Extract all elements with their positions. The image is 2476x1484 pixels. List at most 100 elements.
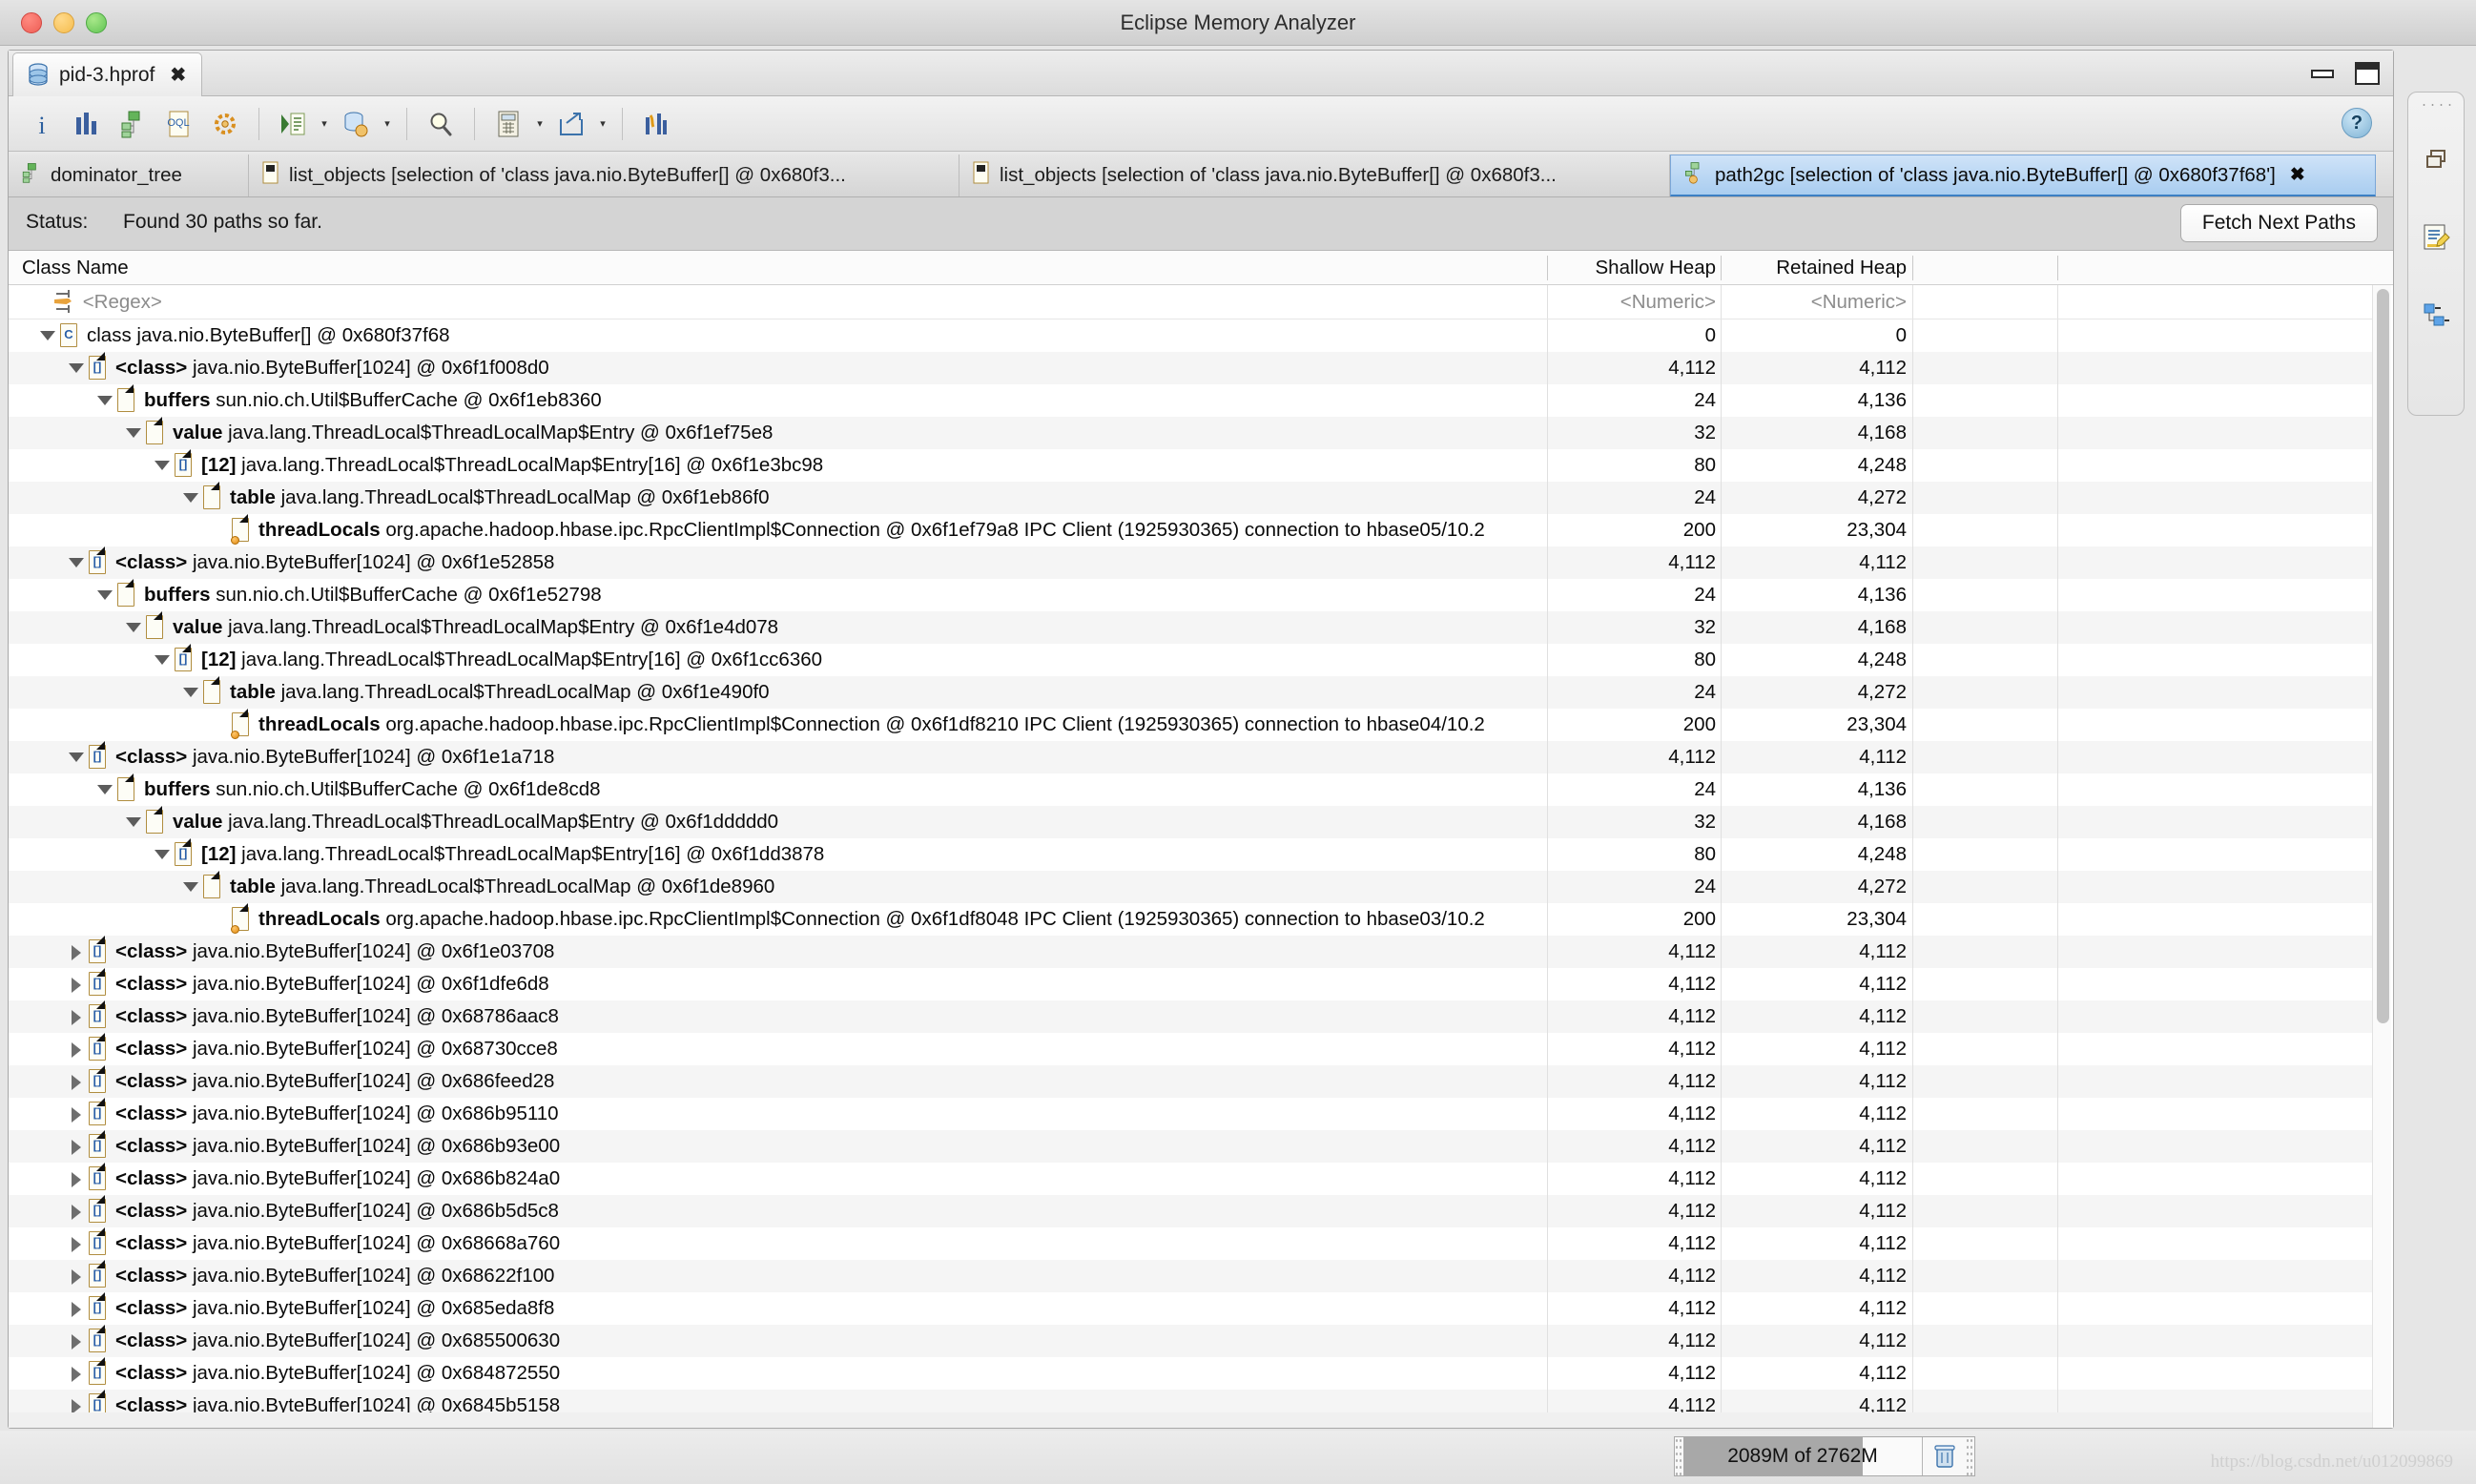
search-icon[interactable] [419,102,463,146]
expand-twisty-icon[interactable] [66,1065,87,1098]
table-row[interactable]: [] <class> java.nio.ByteBuffer[1024] @ 0x… [9,546,2374,579]
table-filter-row[interactable]: <Regex> <Numeric> <Numeric> [9,285,2374,319]
expand-twisty-icon[interactable] [66,1227,87,1260]
overview-editor-icon[interactable] [2416,216,2458,258]
table-row[interactable]: [] <class> java.nio.ByteBuffer[1024] @ 0x… [9,1292,2374,1325]
table-row[interactable]: [] <class> java.nio.ByteBuffer[1024] @ 0x… [9,1163,2374,1195]
expand-twisty-icon[interactable] [66,1000,87,1033]
collapse-twisty-icon[interactable] [152,644,173,676]
table-row[interactable]: buffers sun.nio.ch.Util$BufferCache @ 0x… [9,773,2374,806]
minimize-editor-button[interactable] [2311,69,2334,78]
collapse-twisty-icon[interactable] [66,741,87,773]
tab-dominator-tree[interactable]: dominator_tree [9,155,249,196]
table-row[interactable]: [] <class> java.nio.ByteBuffer[1024] @ 0x… [9,1000,2374,1033]
collapse-twisty-icon[interactable] [66,352,87,384]
tab-list-objects-1[interactable]: list_objects [selection of 'class java.n… [249,155,959,196]
expand-twisty-icon[interactable] [66,1357,87,1390]
expand-twisty-icon[interactable] [66,1325,87,1357]
export-icon[interactable] [549,102,593,146]
leak-suspects-icon[interactable] [203,102,247,146]
table-row[interactable]: [] <class> java.nio.ByteBuffer[1024] @ 0x… [9,1033,2374,1065]
dominator-tree-icon[interactable] [112,102,155,146]
table-row[interactable]: threadLocals org.apache.hadoop.hbase.ipc… [9,903,2374,936]
column-header-retained-heap[interactable]: Retained Heap [1730,251,1907,285]
collapse-twisty-icon[interactable] [152,449,173,482]
table-row[interactable]: [] [12] java.lang.ThreadLocal$ThreadLocal… [9,838,2374,871]
expand-twisty-icon[interactable] [66,936,87,968]
table-row[interactable]: [] <class> java.nio.ByteBuffer[1024] @ 0x… [9,741,2374,773]
table-row[interactable]: value java.lang.ThreadLocal$ThreadLocalM… [9,417,2374,449]
inspect-heap-dropdown-icon[interactable]: ▾ [380,102,395,146]
table-row[interactable]: [] <class> java.nio.ByteBuffer[1024] @ 0x… [9,1098,2374,1130]
collapse-twisty-icon[interactable] [180,676,201,709]
table-row[interactable]: [] <class> java.nio.ByteBuffer[1024] @ 0x… [9,352,2374,384]
filter-shallow-heap-input[interactable]: <Numeric> [1554,285,1716,319]
collapse-twisty-icon[interactable] [94,773,115,806]
collapse-twisty-icon[interactable] [66,546,87,579]
collapse-twisty-icon[interactable] [123,417,144,449]
table-row[interactable]: [] <class> java.nio.ByteBuffer[1024] @ 0x… [9,1130,2374,1163]
table-row[interactable]: table java.lang.ThreadLocal$ThreadLocalM… [9,871,2374,903]
maximize-editor-button[interactable] [2355,62,2380,85]
table-row[interactable]: [] [12] java.lang.ThreadLocal$ThreadLocal… [9,449,2374,482]
compare-icon[interactable] [634,102,678,146]
fetch-next-paths-button[interactable]: Fetch Next Paths [2179,204,2378,242]
filter-retained-heap-input[interactable]: <Numeric> [1725,285,1907,319]
table-row[interactable]: [] [12] java.lang.ThreadLocal$ThreadLocal… [9,644,2374,676]
collapse-twisty-icon[interactable] [94,384,115,417]
expand-twisty-icon[interactable] [66,1098,87,1130]
column-header-shallow-heap[interactable]: Shallow Heap [1563,251,1717,285]
table-row[interactable]: value java.lang.ThreadLocal$ThreadLocalM… [9,806,2374,838]
editor-tab-close-icon[interactable]: ✖ [170,63,186,87]
table-row[interactable]: threadLocals org.apache.hadoop.hbase.ipc… [9,709,2374,741]
histogram-icon[interactable] [66,102,110,146]
dominator-tree-perspective-icon[interactable] [2416,295,2458,337]
overview-info-icon[interactable]: i [20,102,64,146]
table-row[interactable]: buffers sun.nio.ch.Util$BufferCache @ 0x… [9,384,2374,417]
expand-twisty-icon[interactable] [66,968,87,1000]
filter-class-name-input[interactable]: <Regex> [83,291,162,313]
table-row[interactable]: value java.lang.ThreadLocal$ThreadLocalM… [9,611,2374,644]
horizontal-scrollbar[interactable] [9,1412,2374,1428]
table-row[interactable]: threadLocals org.apache.hadoop.hbase.ipc… [9,514,2374,546]
drag-handle[interactable] [2420,102,2454,108]
table-row[interactable]: table java.lang.ThreadLocal$ThreadLocalM… [9,482,2374,514]
collapse-twisty-icon[interactable] [152,838,173,871]
table-row[interactable]: buffers sun.nio.ch.Util$BufferCache @ 0x… [9,579,2374,611]
table-row[interactable]: [] <class> java.nio.ByteBuffer[1024] @ 0x… [9,1227,2374,1260]
expand-twisty-icon[interactable] [66,1130,87,1163]
column-header-class-name[interactable]: Class Name [22,251,129,285]
expand-twisty-icon[interactable] [66,1195,87,1227]
expand-twisty-icon[interactable] [66,1260,87,1292]
export-dropdown-icon[interactable]: ▾ [595,102,610,146]
table-row[interactable]: table java.lang.ThreadLocal$ThreadLocalM… [9,676,2374,709]
table-row[interactable]: [] <class> java.nio.ByteBuffer[1024] @ 0x… [9,1195,2374,1227]
collapse-twisty-icon[interactable] [37,319,58,352]
tab-path2gc[interactable]: path2gc [selection of 'class java.nio.By… [1670,155,2376,196]
editor-tab-pid3-hprof[interactable]: pid-3.hprof ✖ [12,52,203,96]
calculator-icon[interactable] [486,102,530,146]
calculator-dropdown-icon[interactable]: ▾ [532,102,547,146]
help-icon[interactable]: ? [2342,108,2372,138]
collapse-twisty-icon[interactable] [180,482,201,514]
collapse-twisty-icon[interactable] [94,579,115,611]
run-gc-button[interactable] [1922,1437,1966,1475]
expand-twisty-icon[interactable] [66,1292,87,1325]
table-row[interactable]: [] <class> java.nio.ByteBuffer[1024] @ 0x… [9,968,2374,1000]
expand-twisty-icon[interactable] [66,1033,87,1065]
table-row[interactable]: Cclass java.nio.ByteBuffer[] @ 0x680f37f… [9,319,2374,352]
table-row[interactable]: [] <class> java.nio.ByteBuffer[1024] @ 0x… [9,1260,2374,1292]
table-row[interactable]: [] <class> java.nio.ByteBuffer[1024] @ 0x… [9,936,2374,968]
vertical-scrollbar-thumb[interactable] [2377,289,2389,1023]
inspect-heap-icon[interactable] [334,102,378,146]
oql-icon[interactable]: OQL [157,102,201,146]
vertical-scrollbar[interactable] [2372,285,2391,1428]
tab-close-icon[interactable]: ✖ [2290,164,2305,186]
table-row[interactable]: [] <class> java.nio.ByteBuffer[1024] @ 0x… [9,1357,2374,1390]
tab-list-objects-2[interactable]: list_objects [selection of 'class java.n… [959,155,1670,196]
collapse-twisty-icon[interactable] [180,871,201,903]
collapse-twisty-icon[interactable] [123,806,144,838]
heap-status-widget[interactable]: 2089M of 2762M [1674,1436,1975,1476]
open-query-browser-icon[interactable] [271,102,315,146]
table-row[interactable]: [] <class> java.nio.ByteBuffer[1024] @ 0x… [9,1065,2374,1098]
